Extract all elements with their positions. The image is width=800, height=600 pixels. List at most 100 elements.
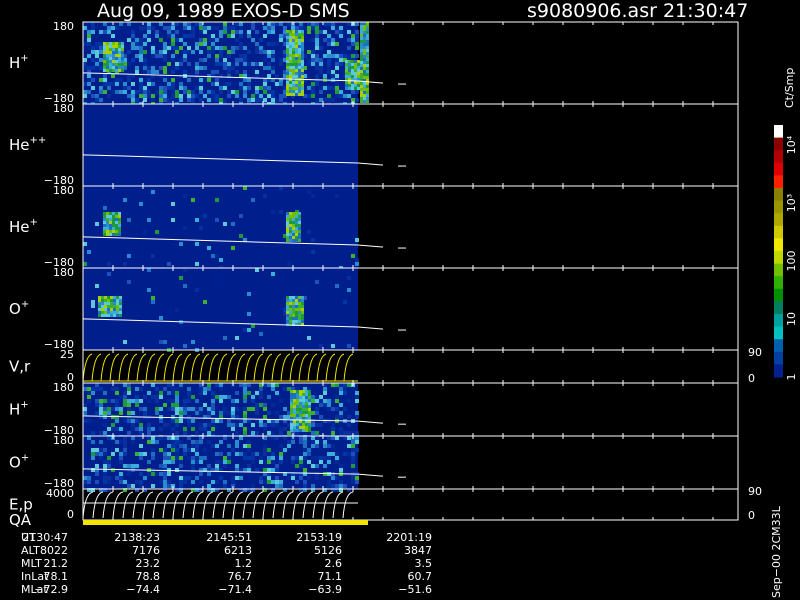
heatmap-cell	[251, 62, 255, 66]
heatmap-cell	[159, 391, 163, 395]
heatmap-cell	[355, 262, 359, 266]
heatmap-blob-cell	[308, 393, 311, 396]
heatmap-cell	[311, 419, 315, 423]
heatmap-cell	[83, 90, 87, 94]
heatmap-cell	[87, 387, 91, 391]
heatmap-cell	[143, 407, 147, 411]
heatmap-blob-cell	[292, 81, 295, 84]
heatmap-cell	[343, 90, 347, 94]
heatmap-blob-cell	[109, 54, 112, 57]
heatmap-cell	[95, 46, 99, 50]
waveform-segment	[244, 353, 255, 382]
heatmap-blob-cell	[302, 402, 305, 405]
heatmap-cell	[227, 42, 231, 46]
heatmap-cell	[163, 472, 167, 476]
heatmap-blob-cell	[296, 393, 299, 396]
heatmap-cell	[119, 78, 123, 82]
heatmap-cell	[179, 415, 183, 419]
heatmap-blob-cell	[354, 75, 357, 78]
heatmap-blob-cell	[363, 88, 366, 91]
heatmap-cell	[183, 399, 187, 403]
heatmap-cell	[247, 34, 251, 38]
heatmap-cell	[191, 98, 195, 102]
panel-he-plus-plus-heatmap	[83, 104, 358, 186]
colorbar-swatch	[774, 314, 783, 328]
heatmap-cell	[255, 62, 259, 66]
heatmap-cell	[271, 480, 275, 484]
heatmap-blob-cell	[295, 36, 298, 39]
heatmap-blob-cell	[286, 87, 289, 90]
heatmap-cell	[227, 419, 231, 423]
heatmap-blob-cell	[354, 60, 357, 63]
heatmap-cell	[315, 440, 319, 444]
waveform-segment	[212, 491, 224, 519]
heatmap-cell	[239, 407, 243, 411]
heatmap-blob-cell	[293, 429, 296, 432]
orbit-cell: 2201:19	[386, 531, 432, 544]
heatmap-cell	[239, 22, 243, 26]
heatmap-cell	[231, 403, 235, 407]
orbit-cell: 2.6	[325, 557, 343, 570]
heatmap-blob-cell	[109, 63, 112, 66]
waveform-segment	[302, 491, 314, 519]
heatmap-cell	[235, 464, 239, 468]
heatmap-blob-cell	[289, 87, 292, 90]
heatmap-cell	[243, 427, 247, 431]
heatmap-cell	[199, 82, 203, 86]
heatmap-cell	[351, 38, 355, 42]
heatmap-cell	[215, 46, 219, 50]
heatmap-cell	[147, 440, 151, 444]
heatmap-cell	[319, 86, 323, 90]
heatmap-cell	[247, 42, 251, 46]
heatmap-cell	[183, 431, 187, 435]
heatmap-cell	[91, 440, 95, 444]
heatmap-blob-cell	[299, 426, 302, 429]
heatmap-cell	[167, 383, 171, 387]
heatmap-blob-cell	[115, 48, 118, 51]
heatmap-cell	[171, 423, 175, 427]
heatmap-blob-cell	[295, 212, 298, 215]
heatmap-cell	[351, 444, 355, 448]
heatmap-cell	[295, 464, 299, 468]
heatmap-cell	[107, 82, 111, 86]
heatmap-blob-cell	[295, 66, 298, 69]
heatmap-blob-cell	[363, 49, 366, 52]
heatmap-cell	[171, 419, 175, 423]
heatmap-cell	[139, 484, 143, 488]
heatmap-cell	[119, 22, 123, 26]
heatmap-cell	[127, 46, 131, 50]
heatmap-blob-cell	[290, 420, 293, 423]
heatmap-cell	[343, 54, 347, 58]
heatmap-cell	[319, 30, 323, 34]
heatmap-blob-cell	[289, 45, 292, 48]
heatmap-blob-cell	[301, 39, 304, 42]
heatmap-blob-cell	[101, 311, 104, 314]
heatmap-cell	[355, 46, 359, 50]
heatmap-cell	[127, 403, 131, 407]
heatmap-cell	[215, 218, 219, 222]
heatmap-cell	[243, 395, 247, 399]
heatmap-cell	[139, 54, 143, 58]
heatmap-blob-cell	[292, 54, 295, 57]
heatmap-cell	[355, 258, 359, 262]
heatmap-cell	[219, 476, 223, 480]
heatmap-cell	[223, 98, 227, 102]
heatmap-blob-cell	[289, 66, 292, 69]
heatmap-cell	[95, 387, 99, 391]
heatmap-cell	[247, 472, 251, 476]
waveform-segment	[142, 491, 154, 519]
heatmap-blob-cell	[308, 423, 311, 426]
heatmap-cell	[191, 427, 195, 431]
heatmap-cell	[103, 90, 107, 94]
heatmap-cell	[251, 484, 255, 488]
heatmap-blob-cell	[289, 75, 292, 78]
heatmap-cell	[275, 82, 279, 86]
heatmap-cell	[335, 58, 339, 62]
heatmap-cell	[207, 383, 211, 387]
heatmap-cell	[195, 218, 199, 222]
heatmap-blob-cell	[360, 58, 363, 61]
orbit-cell: 60.7	[408, 570, 433, 583]
heatmap-cell	[315, 30, 319, 34]
colorbar-unit: Ct/Smp	[783, 68, 796, 108]
heatmap-blob-cell	[366, 82, 369, 85]
